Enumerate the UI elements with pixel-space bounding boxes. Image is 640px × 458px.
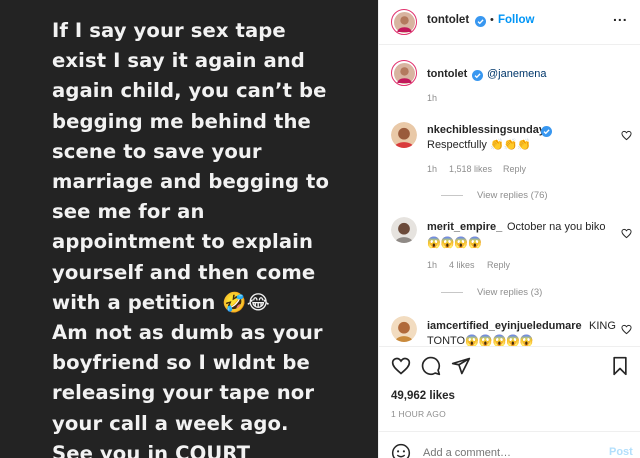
comment-like-icon[interactable]	[621, 322, 632, 335]
post-text-line: appointment to explain	[52, 230, 314, 254]
comment-bubble-icon[interactable]	[421, 356, 441, 376]
view-replies-line	[441, 292, 463, 293]
post-side-panel: tontolet • Follow ... tontolet @janemena…	[378, 0, 640, 458]
post-text-line: with a petition 🤣😂	[52, 290, 270, 314]
comment-reply-button[interactable]: Reply	[487, 260, 510, 270]
post-text-line: see me for an	[52, 200, 205, 224]
comment-like-icon[interactable]	[621, 226, 632, 239]
comment-username[interactable]: iamcertified_eyinjueledumare	[427, 320, 582, 332]
view-replies-label: View replies (76)	[477, 190, 548, 201]
comment-likes[interactable]: 1,518 likes	[449, 164, 492, 174]
avatar-image	[393, 62, 415, 84]
comment-text: KING	[589, 320, 616, 332]
comment-box-divider	[379, 431, 640, 432]
add-comment-input[interactable]	[423, 445, 593, 458]
post-image-text: If I say your sex tape exist I say it ag…	[52, 16, 372, 458]
comment-text: October na you biko	[507, 221, 606, 233]
comment-like-icon[interactable]	[621, 128, 632, 141]
post-text-line: releasing your tape nor	[52, 381, 315, 405]
post-text-line: scene to save your	[52, 139, 262, 163]
comment-avatar[interactable]	[391, 217, 417, 243]
view-replies-label: View replies (3)	[477, 287, 543, 298]
post-image[interactable]: If I say your sex tape exist I say it ag…	[0, 0, 378, 458]
comment-username[interactable]: merit_empire_	[427, 221, 502, 233]
verified-badge-icon	[541, 124, 552, 142]
follow-button[interactable]: Follow	[498, 14, 534, 26]
more-options-icon[interactable]: ...	[613, 8, 628, 24]
post-text-line: exist I say it again and	[52, 49, 305, 73]
header-username[interactable]: tontolet	[427, 14, 469, 26]
post-text-line: your call a week ago.	[52, 411, 289, 435]
avatar-image	[391, 217, 417, 243]
post-text-line: yourself and then come	[52, 260, 316, 284]
comment-text-line2: 😱😱😱😱	[427, 237, 482, 249]
verified-badge-icon	[475, 14, 486, 27]
comment-likes[interactable]: 4 likes	[449, 260, 475, 270]
post-likes-count[interactable]: 49,962 likes	[391, 390, 455, 402]
comment-username[interactable]: nkechiblessingsunday	[427, 124, 545, 136]
verified-badge-icon	[472, 68, 483, 86]
caption-mention-link[interactable]: @janemena	[487, 68, 546, 80]
share-send-icon[interactable]	[451, 356, 471, 376]
header-separator: •	[490, 14, 494, 26]
avatar-image	[391, 316, 417, 342]
post-text-line: If I say your sex tape	[52, 19, 286, 42]
post-text-line: begging me behind the	[52, 109, 311, 133]
caption-time: 1h	[427, 93, 438, 103]
view-replies-button[interactable]: View replies (76)	[441, 190, 548, 201]
header-divider	[379, 44, 640, 45]
emoji-picker-icon[interactable]	[391, 443, 411, 458]
comment-text: Respectfully 👏👏👏	[427, 139, 532, 151]
post-comment-button[interactable]: Post	[609, 446, 633, 458]
avatar-image	[391, 122, 417, 148]
comment-avatar[interactable]	[391, 316, 417, 342]
actions-divider	[379, 346, 640, 347]
caption-avatar[interactable]	[391, 60, 417, 86]
caption-username[interactable]: tontolet	[427, 68, 467, 80]
bookmark-save-icon[interactable]	[611, 356, 629, 376]
avatar-image	[393, 11, 415, 33]
comment-reply-button[interactable]: Reply	[503, 164, 526, 174]
comment-avatar[interactable]	[391, 122, 417, 148]
post-text-line: Am not as dumb as your	[52, 321, 323, 345]
view-replies-line	[441, 195, 463, 196]
post-text-line: marriage and begging to	[52, 170, 330, 194]
comment-time: 1h	[427, 260, 438, 270]
post-text-line: again child, you can’t be	[52, 79, 327, 103]
like-heart-icon[interactable]	[391, 356, 411, 376]
post-timestamp: 1 HOUR AGO	[391, 409, 446, 419]
comment-time: 1h	[427, 164, 438, 174]
header-avatar[interactable]	[391, 9, 417, 35]
view-replies-button[interactable]: View replies (3)	[441, 287, 542, 298]
post-text-line: boyfriend so I wldnt be	[52, 351, 310, 375]
post-text-line: See you in COURT	[52, 441, 251, 458]
